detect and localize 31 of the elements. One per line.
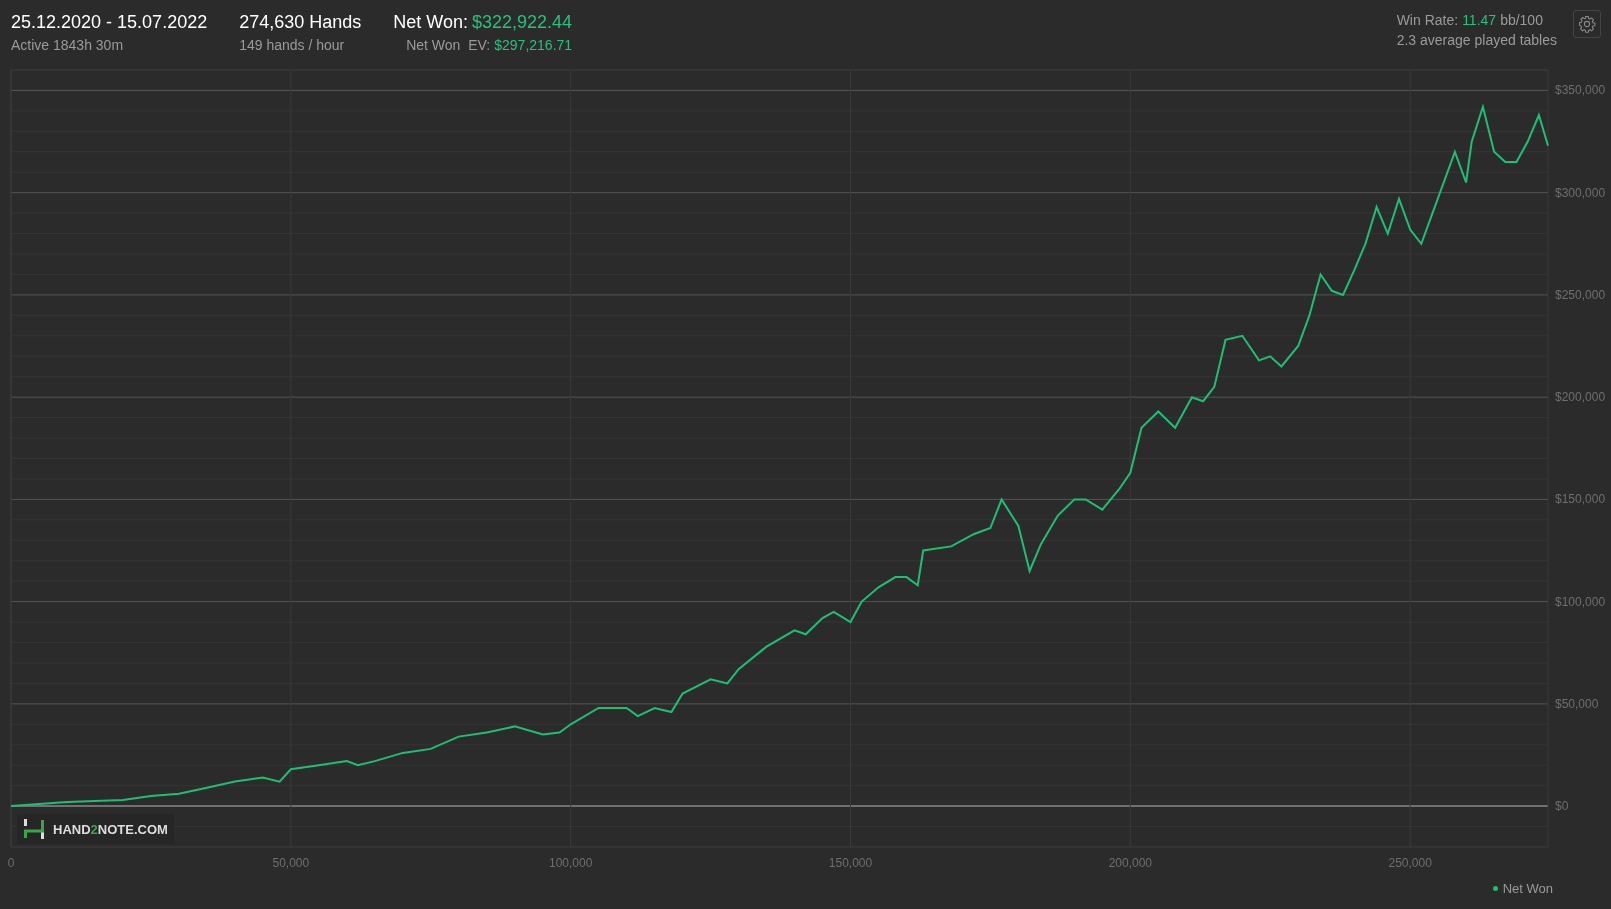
- date-range: 25.12.2020 - 15.07.2022: [11, 12, 208, 33]
- y-axis-label: $300,000: [1555, 185, 1606, 200]
- logo-icon: [23, 818, 45, 840]
- legend-label: Net Won: [1502, 881, 1553, 896]
- logo-text: HAND2NOTE.COM: [53, 821, 168, 837]
- x-axis-label: 0: [7, 856, 15, 870]
- x-axis-label: 150,000: [828, 856, 873, 870]
- y-axis-label: $100,000: [1555, 594, 1606, 609]
- win-rate-label: Win Rate:: [1396, 12, 1459, 28]
- x-axis-label: 200,000: [1108, 856, 1152, 870]
- y-axis-label: $350,000: [1555, 83, 1606, 98]
- win-rate-value: 11.47: [1462, 12, 1497, 28]
- x-axis-label: 100,000: [548, 856, 593, 870]
- settings-icon: [1578, 15, 1596, 33]
- win-rate-unit: bb/100: [1500, 12, 1543, 28]
- y-axis-label: $150,000: [1555, 492, 1606, 507]
- y-axis-label: $250,000: [1555, 287, 1606, 302]
- x-axis-label: 250,000: [1388, 856, 1432, 870]
- net-won-label: Net Won:: [393, 12, 468, 33]
- y-axis-label: $0: [1555, 799, 1569, 814]
- net-won-ev-value: $297,216.71: [494, 37, 573, 53]
- hands-count: 274,630 Hands: [239, 12, 362, 33]
- net-won-ev-label: Net Won EV:: [406, 37, 491, 53]
- average-tables: 2.3 average played tables: [1396, 32, 1557, 48]
- settings-button[interactable]: [1573, 10, 1601, 38]
- y-axis-label: $50,000: [1555, 696, 1599, 711]
- net-won-value: $322,922.44: [472, 12, 573, 33]
- x-axis-label: 50,000: [272, 856, 310, 870]
- y-axis-label: $200,000: [1555, 390, 1606, 405]
- hands-per-hour: 149 hands / hour: [239, 37, 346, 53]
- active-time: Active 1843h 30m: [11, 37, 125, 53]
